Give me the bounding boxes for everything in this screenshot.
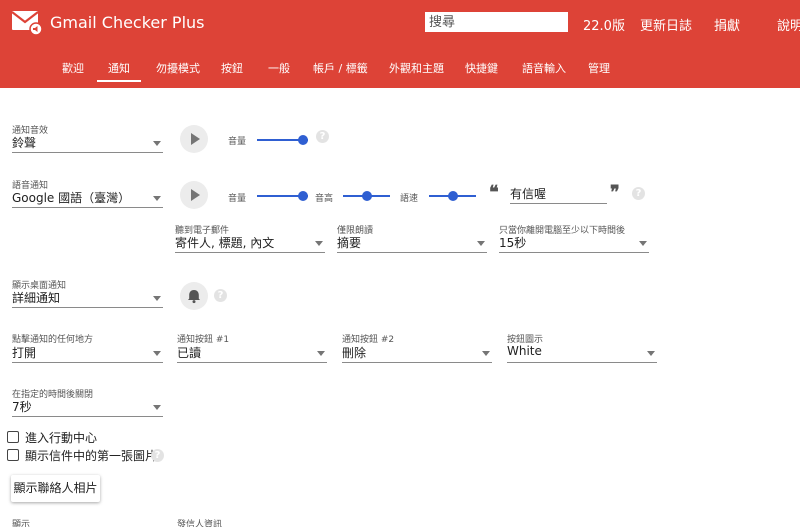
show-label: 顯示 [12, 520, 31, 527]
action-center-option[interactable]: 進入行動中心 [7, 429, 207, 445]
action-center-label: 進入行動中心 [25, 431, 98, 445]
read-only-value: 摘要 [337, 236, 362, 250]
click-anywhere-value: 打開 [12, 346, 37, 360]
button1-value: 已讀 [177, 346, 202, 360]
voice-phrase-input[interactable]: 有信喔 [510, 184, 607, 204]
chevron-down-icon [315, 241, 323, 246]
play-voice-button[interactable] [180, 181, 208, 209]
chevron-down-icon [153, 351, 161, 356]
tab-buttons[interactable]: 按鈕 [221, 60, 243, 76]
chevron-down-icon [153, 196, 161, 201]
voice-pitch-label: 音高 [315, 194, 334, 204]
slider-thumb[interactable] [361, 191, 372, 201]
read-only-select[interactable]: 摘要 [337, 233, 487, 253]
tab-accounts-labels[interactable]: 帳戶 / 標籤 [313, 60, 368, 76]
idle-value: 15秒 [499, 236, 527, 250]
sound-value: 鈴聲 [12, 136, 37, 150]
open-quote-icon: ❝ [489, 182, 499, 203]
sound-volume-label: 音量 [228, 137, 247, 147]
help-icon[interactable]: ? [632, 187, 645, 200]
slider-thumb[interactable] [298, 191, 308, 201]
slider-thumb[interactable] [447, 191, 458, 201]
button1-select[interactable]: 已讀 [177, 343, 327, 363]
button-display-select[interactable]: White [507, 343, 657, 363]
auto-close-select[interactable]: 7秒 [12, 397, 163, 417]
chevron-down-icon [647, 351, 655, 356]
version-link[interactable]: 22.0版 [583, 15, 625, 34]
chevron-down-icon [639, 241, 647, 246]
tab-notifications[interactable]: 通知 [108, 60, 130, 76]
read-email-value: 寄件人, 標題, 內文 [175, 236, 275, 250]
read-email-select[interactable]: 寄件人, 標題, 內文 [175, 233, 325, 253]
chevron-down-icon [482, 351, 490, 356]
tab-voice-input[interactable]: 語音輸入 [522, 60, 566, 76]
tab-welcome[interactable]: 歡迎 [62, 60, 84, 76]
help-icon[interactable]: ? [151, 449, 164, 462]
test-notification-button[interactable] [180, 282, 208, 310]
action-center-checkbox[interactable] [7, 431, 19, 443]
voice-volume-slider[interactable] [257, 190, 308, 202]
play-sound-button[interactable] [180, 125, 208, 153]
sender-info-label: 發信人資訊 [177, 520, 223, 527]
auto-close-value: 7秒 [12, 400, 32, 414]
chevron-down-icon [153, 141, 161, 146]
donate-link[interactable]: 捐獻 [714, 15, 740, 34]
header-bar: Gmail Checker Plus 22.0版 更新日誌 捐獻 說明 歡迎 通… [0, 0, 800, 88]
desktop-select[interactable]: 詳細通知 [12, 288, 163, 308]
button-display-value: White [507, 344, 542, 358]
voice-volume-label: 音量 [228, 194, 247, 204]
tab-general[interactable]: 一般 [268, 60, 290, 76]
sound-select[interactable]: 鈴聲 [12, 133, 163, 153]
tab-do-not-disturb[interactable]: 勿擾模式 [156, 60, 200, 76]
search-input[interactable] [425, 12, 568, 32]
voice-rate-slider[interactable] [429, 190, 476, 202]
voice-pitch-slider[interactable] [343, 190, 390, 202]
first-image-checkbox[interactable] [7, 449, 19, 461]
changelog-link[interactable]: 更新日誌 [640, 15, 692, 34]
chevron-down-icon [153, 296, 161, 301]
chevron-down-icon [153, 405, 161, 410]
voice-rate-label: 語速 [400, 194, 419, 204]
chevron-down-icon [317, 351, 325, 356]
first-image-label: 顯示信件中的第一張圖片 [25, 449, 158, 463]
desktop-value: 詳細通知 [12, 291, 61, 305]
active-tab-indicator [97, 80, 141, 82]
voice-select[interactable]: Google 國語（臺灣） [12, 188, 163, 208]
first-image-option[interactable]: 顯示信件中的第一張圖片 [7, 447, 167, 463]
slider-thumb[interactable] [298, 135, 308, 145]
click-anywhere-select[interactable]: 打開 [12, 343, 163, 363]
play-icon [191, 189, 200, 201]
sound-volume-slider[interactable] [257, 134, 308, 146]
tab-skins-themes[interactable]: 外觀和主題 [389, 60, 444, 76]
button2-value: 刪除 [342, 346, 367, 360]
play-icon [191, 133, 200, 145]
tab-shortcuts[interactable]: 快捷鍵 [465, 60, 498, 76]
voice-phrase-value: 有信喔 [510, 187, 547, 201]
idle-select[interactable]: 15秒 [499, 233, 649, 253]
tab-bar: 歡迎 通知 勿擾模式 按鈕 一般 帳戶 / 標籤 外觀和主題 快捷鍵 語音輸入 … [0, 54, 800, 84]
button2-select[interactable]: 刪除 [342, 343, 492, 363]
show-contact-photos-button[interactable]: 顯示聯絡人相片 [11, 475, 100, 502]
tab-admin[interactable]: 管理 [588, 60, 610, 76]
help-link[interactable]: 說明 [777, 15, 800, 34]
help-icon[interactable]: ? [316, 130, 329, 143]
close-quote-icon: ❞ [610, 182, 620, 203]
gmail-checker-logo-icon [12, 11, 42, 35]
app-title: Gmail Checker Plus [50, 13, 205, 32]
help-icon[interactable]: ? [214, 289, 227, 302]
voice-value: Google 國語（臺灣） [12, 191, 131, 205]
bell-icon [188, 290, 200, 304]
chevron-down-icon [477, 241, 485, 246]
options-page: Gmail Checker Plus 22.0版 更新日誌 捐獻 說明 歡迎 通… [0, 0, 800, 527]
